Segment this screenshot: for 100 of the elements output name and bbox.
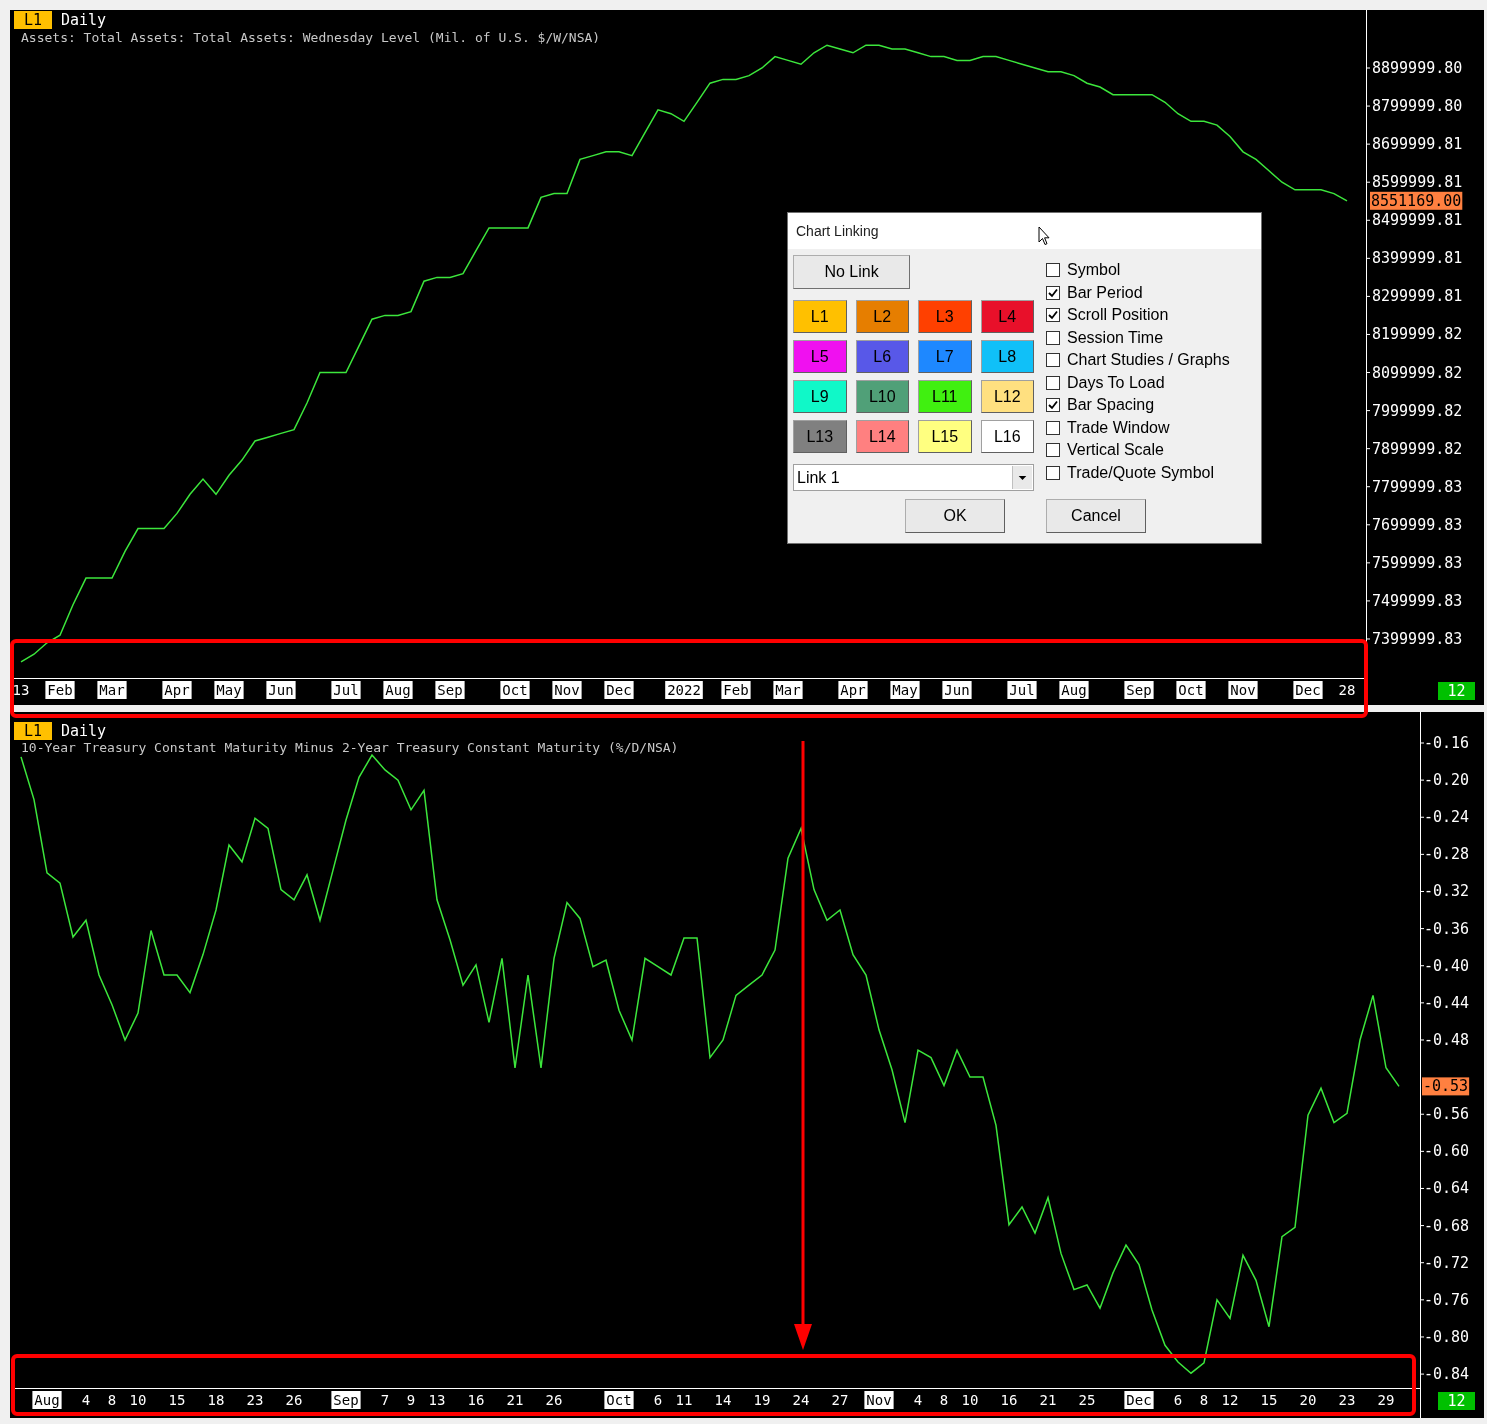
- axis-label: 28: [1338, 682, 1356, 698]
- price-marker: -0.53: [1422, 1077, 1470, 1096]
- axis-label: Nov: [864, 1391, 894, 1409]
- link-color-button[interactable]: L7: [918, 340, 972, 373]
- link-color-button[interactable]: L6: [855, 340, 909, 373]
- link-color-button[interactable]: L1: [793, 300, 847, 333]
- axis-label: Nov: [552, 681, 582, 699]
- no-link-button[interactable]: No Link: [793, 255, 910, 289]
- axis-label: 7599999.83: [1372, 553, 1463, 572]
- axis-label: 8199999.82: [1372, 325, 1463, 344]
- checkbox-label: Bar Spacing: [1067, 395, 1155, 416]
- axis-label: 13: [12, 682, 30, 698]
- link-color-button[interactable]: L9: [793, 380, 847, 413]
- axis-label: -0.16: [1424, 734, 1470, 752]
- link-color-button[interactable]: L12: [980, 380, 1034, 413]
- link-color-button[interactable]: L16: [980, 420, 1034, 453]
- axis-label: 8099999.82: [1372, 363, 1463, 382]
- axis-label: Sep: [435, 681, 465, 699]
- checkbox-label: Session Time: [1067, 327, 1164, 348]
- period-label: Daily: [61, 11, 107, 29]
- axis-label: 7499999.83: [1372, 591, 1463, 610]
- axis-label: 8799999.80: [1372, 97, 1463, 116]
- axis-label: -0.40: [1424, 956, 1470, 975]
- link-color-button[interactable]: L14: [855, 420, 909, 453]
- bar-count-badge: 12: [1438, 682, 1475, 700]
- axis-label: 6: [1173, 1392, 1183, 1408]
- cursor-icon: [1038, 226, 1050, 246]
- axis-label: 4: [913, 1392, 923, 1408]
- axis-label: 10: [129, 1392, 147, 1408]
- axis-label: 18: [207, 1392, 225, 1408]
- axis-label: 21: [1039, 1392, 1057, 1408]
- axis-label: 13: [428, 1392, 446, 1408]
- axis-label: 7: [380, 1392, 390, 1408]
- link-badge: L1: [14, 11, 52, 29]
- checkbox[interactable]: [1046, 398, 1060, 413]
- axis-label: 2022: [665, 681, 703, 699]
- axis-label: 19: [753, 1392, 771, 1408]
- checkbox[interactable]: [1046, 263, 1060, 278]
- link-color-button[interactable]: L13: [793, 420, 847, 453]
- axis-label: -0.84: [1424, 1365, 1470, 1384]
- axis-label: 12: [1221, 1392, 1239, 1408]
- axis-label: Nov: [1228, 681, 1258, 699]
- axis-label: Dec: [1124, 1391, 1154, 1409]
- axis-label: 8399999.81: [1372, 249, 1463, 268]
- checkbox[interactable]: [1046, 285, 1060, 300]
- link-color-button[interactable]: L2: [855, 300, 909, 333]
- axis-label: -0.72: [1424, 1253, 1470, 1272]
- axis-label: 20: [1299, 1392, 1317, 1408]
- checkbox[interactable]: [1046, 443, 1060, 458]
- axis-label: Apr: [838, 681, 868, 699]
- axis-label: 4: [81, 1392, 91, 1408]
- axis-label: Oct: [500, 681, 530, 699]
- axis-label: Mar: [773, 681, 803, 699]
- checkbox-label: Bar Period: [1067, 282, 1143, 303]
- checkbox[interactable]: [1046, 465, 1060, 480]
- axis-label: Jul: [1007, 681, 1037, 699]
- axis-label: Dec: [1293, 681, 1323, 699]
- checkbox[interactable]: [1046, 353, 1060, 368]
- link-color-button[interactable]: L10: [855, 380, 909, 413]
- axis-label: 8899999.80: [1372, 59, 1463, 77]
- axis-label: 21: [506, 1392, 524, 1408]
- series-title: 10-Year Treasury Constant Maturity Minus 2-Year Treasury Constant Maturity (%/D/NSA): [21, 740, 679, 755]
- axis-label: -0.60: [1424, 1142, 1470, 1161]
- axis-label: 24: [792, 1392, 810, 1408]
- checkbox[interactable]: [1046, 308, 1060, 323]
- axis-label: 7399999.83: [1372, 630, 1463, 648]
- link-color-button[interactable]: L11: [918, 380, 972, 413]
- dialog-title: Chart Linking: [795, 221, 879, 241]
- bar-count-badge: 12: [1438, 1392, 1475, 1410]
- axis-label: 16: [467, 1392, 485, 1408]
- axis-label: 8699999.81: [1372, 135, 1463, 154]
- axis-label: -0.68: [1424, 1216, 1470, 1235]
- link-color-button[interactable]: L3: [918, 300, 972, 333]
- axis-label: Jun: [266, 681, 296, 699]
- checkbox[interactable]: [1046, 375, 1060, 390]
- ok-button[interactable]: OK: [905, 499, 1005, 533]
- axis-label: 11: [675, 1392, 693, 1408]
- cancel-button[interactable]: Cancel: [1046, 499, 1146, 533]
- axis-label: 10: [961, 1392, 979, 1408]
- link-color-button[interactable]: L5: [793, 340, 847, 373]
- axis-label: -0.48: [1424, 1031, 1470, 1049]
- checkbox[interactable]: [1046, 420, 1060, 435]
- axis-label: Sep: [331, 1391, 361, 1409]
- link-dropdown[interactable]: Link 1: [793, 464, 1034, 491]
- period-label: Daily: [61, 722, 107, 740]
- axis-label: 7999999.82: [1372, 401, 1463, 420]
- checkbox[interactable]: [1046, 330, 1060, 345]
- checkbox-label: Trade Window: [1067, 417, 1170, 438]
- axis-label: 26: [285, 1392, 303, 1408]
- axis-label: Feb: [721, 681, 751, 699]
- axis-label: 14: [714, 1392, 732, 1408]
- checkbox-label: Trade/Quote Symbol: [1067, 462, 1215, 483]
- link-color-button[interactable]: L15: [918, 420, 972, 453]
- axis-label: Mar: [97, 681, 127, 699]
- axis-label: Aug: [32, 1391, 62, 1409]
- axis-label: Sep: [1124, 681, 1154, 699]
- link-color-button[interactable]: L4: [980, 300, 1034, 333]
- axis-label: Apr: [162, 681, 192, 699]
- link-color-button[interactable]: L8: [980, 340, 1034, 373]
- price-marker: 8551169.00: [1370, 191, 1463, 210]
